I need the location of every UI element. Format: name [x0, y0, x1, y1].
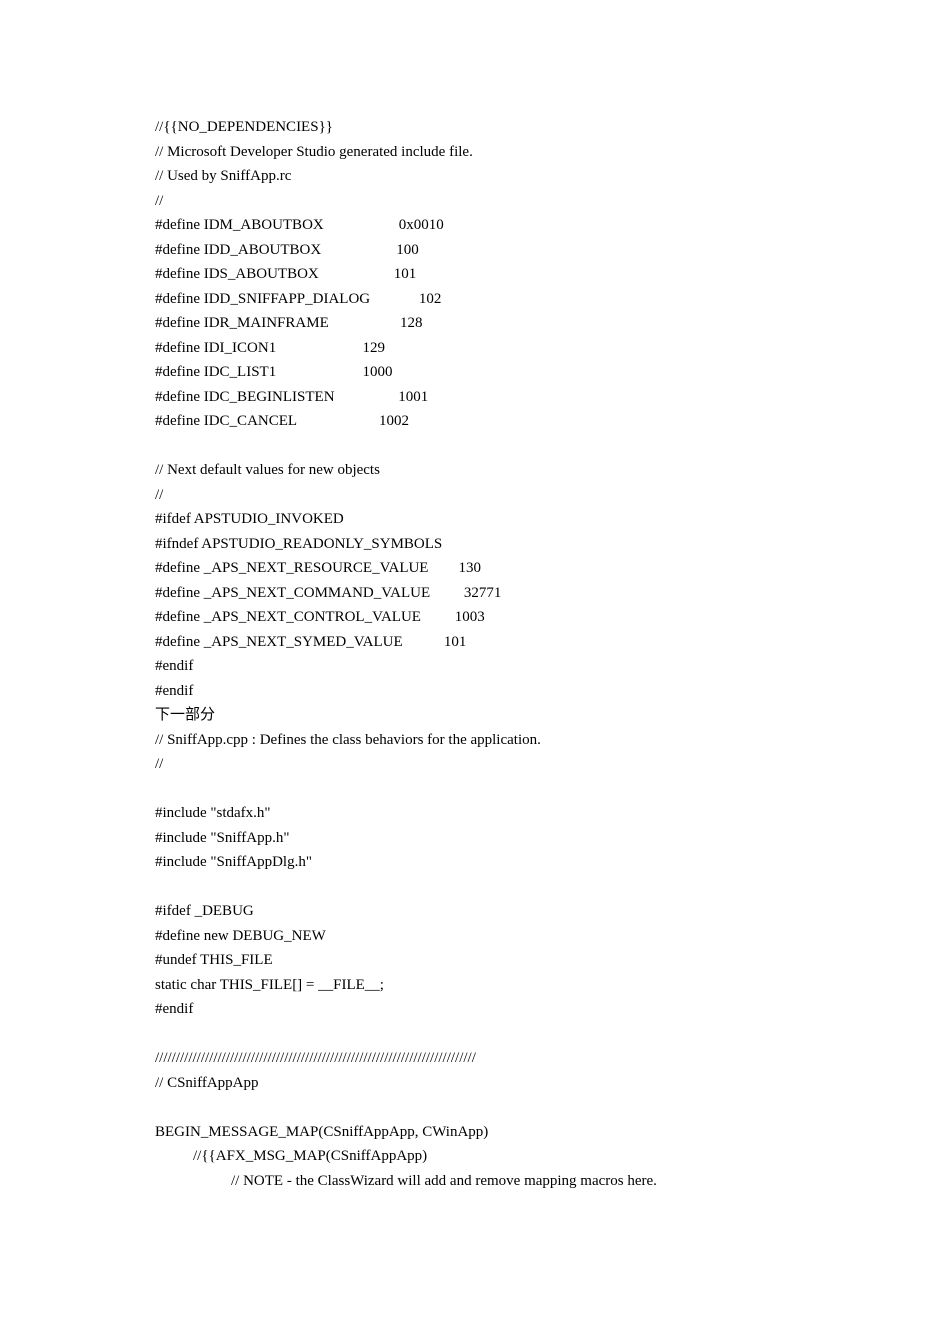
code-line: #define _APS_NEXT_COMMAND_VALUE 32771 — [155, 581, 855, 606]
code-line: #define IDD_SNIFFAPP_DIALOG 102 — [155, 287, 855, 312]
code-line: // Used by SniffApp.rc — [155, 164, 855, 189]
code-line: //{{NO_DEPENDENCIES}} — [155, 115, 855, 140]
code-line: // Next default values for new objects — [155, 458, 855, 483]
blank-line — [155, 875, 855, 900]
code-line: #endif — [155, 679, 855, 704]
code-line: static char THIS_FILE[] = __FILE__; — [155, 973, 855, 998]
code-line: #define IDS_ABOUTBOX 101 — [155, 262, 855, 287]
code-line: #ifndef APSTUDIO_READONLY_SYMBOLS — [155, 532, 855, 557]
blank-line — [155, 1095, 855, 1120]
code-line: BEGIN_MESSAGE_MAP(CSniffAppApp, CWinApp) — [155, 1120, 855, 1145]
code-line: #define _APS_NEXT_RESOURCE_VALUE 130 — [155, 556, 855, 581]
code-line: #include "SniffAppDlg.h" — [155, 850, 855, 875]
code-line: // — [155, 483, 855, 508]
code-line: // Microsoft Developer Studio generated … — [155, 140, 855, 165]
code-line: // — [155, 752, 855, 777]
document-page: //{{NO_DEPENDENCIES}} // Microsoft Devel… — [0, 0, 945, 1253]
code-line: #define _APS_NEXT_SYMED_VALUE 101 — [155, 630, 855, 655]
code-line: ////////////////////////////////////////… — [155, 1046, 855, 1071]
code-line: // CSniffAppApp — [155, 1071, 855, 1096]
code-line: 下一部分 — [155, 703, 855, 728]
code-line: // SniffApp.cpp : Defines the class beha… — [155, 728, 855, 753]
code-line: #include "stdafx.h" — [155, 801, 855, 826]
code-line: #endif — [155, 654, 855, 679]
code-line: #ifdef _DEBUG — [155, 899, 855, 924]
code-line: //{{AFX_MSG_MAP(CSniffAppApp) — [155, 1144, 855, 1169]
code-line: #define IDC_BEGINLISTEN 1001 — [155, 385, 855, 410]
code-line: #define new DEBUG_NEW — [155, 924, 855, 949]
code-line: // NOTE - the ClassWizard will add and r… — [155, 1169, 855, 1194]
code-line: #include "SniffApp.h" — [155, 826, 855, 851]
code-line: #define IDI_ICON1 129 — [155, 336, 855, 361]
code-line: #endif — [155, 997, 855, 1022]
code-line: #define IDD_ABOUTBOX 100 — [155, 238, 855, 263]
blank-line — [155, 1022, 855, 1047]
blank-line — [155, 777, 855, 802]
code-line: // — [155, 189, 855, 214]
code-line: #define IDC_CANCEL 1002 — [155, 409, 855, 434]
code-line: #define IDC_LIST1 1000 — [155, 360, 855, 385]
code-line: #define IDR_MAINFRAME 128 — [155, 311, 855, 336]
code-line: #define _APS_NEXT_CONTROL_VALUE 1003 — [155, 605, 855, 630]
code-line: #define IDM_ABOUTBOX 0x0010 — [155, 213, 855, 238]
code-line: #ifdef APSTUDIO_INVOKED — [155, 507, 855, 532]
code-line: #undef THIS_FILE — [155, 948, 855, 973]
blank-line — [155, 434, 855, 459]
